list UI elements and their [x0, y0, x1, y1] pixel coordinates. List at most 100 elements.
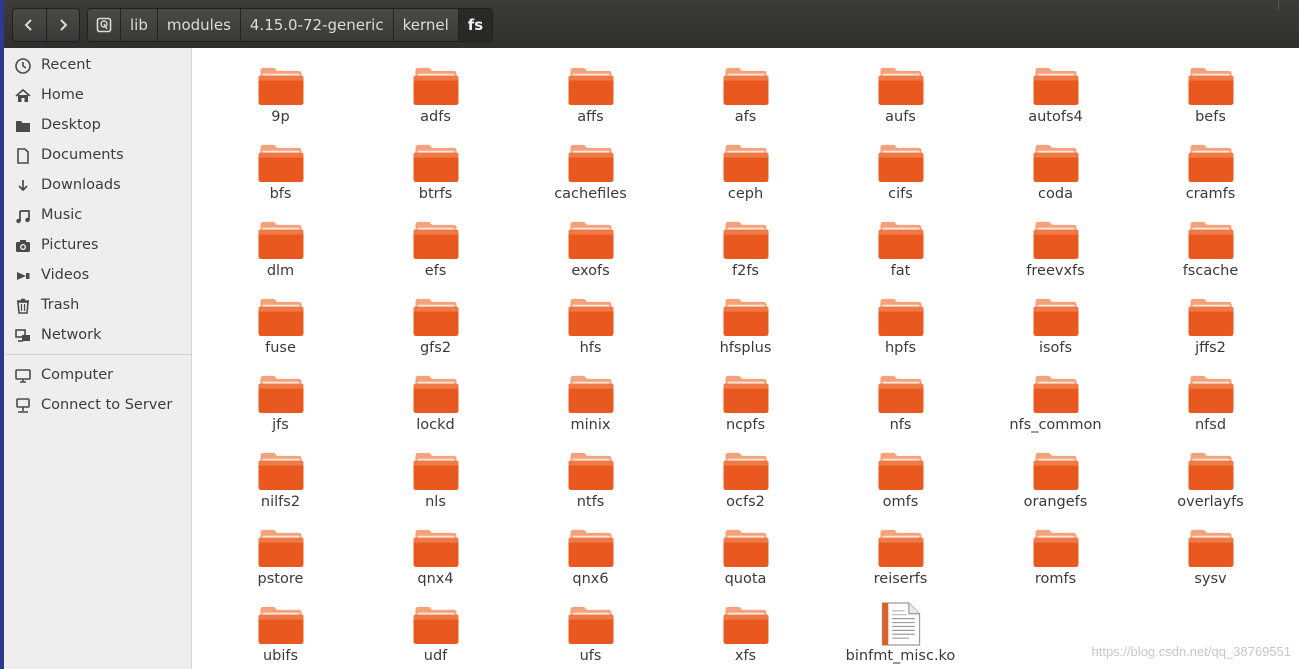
- breadcrumb-item[interactable]: lib: [121, 9, 158, 41]
- breadcrumb-root-button[interactable]: [88, 9, 121, 41]
- drive-icon: [96, 17, 112, 33]
- sidebar-item-label: Recent: [41, 57, 92, 73]
- folder-item[interactable]: nfs: [823, 361, 978, 438]
- folder-item[interactable]: orangefs: [978, 438, 1133, 515]
- folder-icon: [1188, 452, 1234, 491]
- folder-item[interactable]: nilfs2: [203, 438, 358, 515]
- folder-item[interactable]: exofs: [513, 207, 668, 284]
- sidebar-item-downloads[interactable]: Downloads: [4, 171, 191, 201]
- sidebar-item-documents[interactable]: Documents: [4, 141, 191, 171]
- file-name: orangefs: [1023, 494, 1088, 510]
- folder-item[interactable]: quota: [668, 515, 823, 592]
- file-name: efs: [424, 263, 447, 279]
- folder-item[interactable]: pstore: [203, 515, 358, 592]
- folder-icon: [1033, 529, 1079, 568]
- document-icon: [17, 148, 29, 164]
- sidebar-item-trash[interactable]: Trash: [4, 291, 191, 321]
- folder-item[interactable]: coda: [978, 130, 1133, 207]
- folder-item[interactable]: freevxfs: [978, 207, 1133, 284]
- folder-item[interactable]: ufs: [513, 592, 668, 669]
- folder-item[interactable]: nls: [358, 438, 513, 515]
- folder-item[interactable]: nfsd: [1133, 361, 1288, 438]
- breadcrumb-item[interactable]: fs: [458, 9, 493, 41]
- file-item[interactable]: binfmt_misc.ko: [823, 592, 978, 669]
- breadcrumb-item[interactable]: 4.15.0-72-generic: [241, 9, 394, 41]
- folder-icon: [568, 452, 614, 491]
- sidebar-item-recent[interactable]: Recent: [4, 51, 191, 81]
- forward-button[interactable]: [45, 9, 80, 41]
- breadcrumb-item[interactable]: kernel: [394, 9, 459, 41]
- folder-item[interactable]: efs: [358, 207, 513, 284]
- folder-item[interactable]: jffs2: [1133, 284, 1288, 361]
- folder-icon: [258, 606, 304, 645]
- folder-item[interactable]: ocfs2: [668, 438, 823, 515]
- folder-item[interactable]: ceph: [668, 130, 823, 207]
- sidebar-item-music[interactable]: Music: [4, 201, 191, 231]
- folder-icon: [413, 452, 459, 491]
- folder-item[interactable]: autofs4: [978, 53, 1133, 130]
- folder-item[interactable]: hfs: [513, 284, 668, 361]
- file-name: jfs: [272, 417, 289, 433]
- folder-item[interactable]: sysv: [1133, 515, 1288, 592]
- folder-item[interactable]: xfs: [668, 592, 823, 669]
- trash-icon: [17, 298, 29, 314]
- file-name: nls: [425, 494, 446, 510]
- folder-item[interactable]: afs: [668, 53, 823, 130]
- sidebar-item-desktop[interactable]: Desktop: [4, 111, 191, 141]
- folder-item[interactable]: fuse: [203, 284, 358, 361]
- folder-item[interactable]: nfs_common: [978, 361, 1133, 438]
- folder-icon: [1188, 144, 1234, 183]
- sidebar-item-home[interactable]: Home: [4, 81, 191, 111]
- folder-item[interactable]: ubifs: [203, 592, 358, 669]
- folder-item[interactable]: hfsplus: [668, 284, 823, 361]
- folder-item[interactable]: reiserfs: [823, 515, 978, 592]
- folder-item[interactable]: qnx6: [513, 515, 668, 592]
- file-name: quota: [724, 571, 767, 587]
- back-button[interactable]: [13, 9, 46, 41]
- sidebar-item-connect-to-server[interactable]: Connect to Server: [4, 391, 191, 421]
- folder-item[interactable]: fscache: [1133, 207, 1288, 284]
- sidebar-item-pictures[interactable]: Pictures: [4, 231, 191, 261]
- folder-item[interactable]: omfs: [823, 438, 978, 515]
- folder-icon: [1188, 221, 1234, 260]
- folder-icon: [1188, 375, 1234, 414]
- folder-item[interactable]: cifs: [823, 130, 978, 207]
- file-name: fscache: [1182, 263, 1239, 279]
- folder-item[interactable]: romfs: [978, 515, 1133, 592]
- folder-item[interactable]: affs: [513, 53, 668, 130]
- folder-icon: [723, 375, 769, 414]
- folder-item[interactable]: f2fs: [668, 207, 823, 284]
- folder-item[interactable]: lockd: [358, 361, 513, 438]
- folder-icon: [568, 529, 614, 568]
- folder-icon: [568, 144, 614, 183]
- folder-item[interactable]: btrfs: [358, 130, 513, 207]
- folder-item[interactable]: cramfs: [1133, 130, 1288, 207]
- breadcrumb-item[interactable]: modules: [158, 9, 241, 41]
- folder-item[interactable]: cachefiles: [513, 130, 668, 207]
- sidebar-item-network[interactable]: Network: [4, 321, 191, 351]
- folder-item[interactable]: aufs: [823, 53, 978, 130]
- folder-icon: [413, 529, 459, 568]
- folder-icon: [568, 67, 614, 106]
- folder-item[interactable]: bfs: [203, 130, 358, 207]
- folder-item[interactable]: minix: [513, 361, 668, 438]
- folder-item[interactable]: qnx4: [358, 515, 513, 592]
- folder-item[interactable]: isofs: [978, 284, 1133, 361]
- folder-item[interactable]: dlm: [203, 207, 358, 284]
- folder-icon: [723, 67, 769, 106]
- folder-item[interactable]: 9p: [203, 53, 358, 130]
- folder-item[interactable]: befs: [1133, 53, 1288, 130]
- folder-item[interactable]: overlayfs: [1133, 438, 1288, 515]
- sidebar-item-videos[interactable]: Videos: [4, 261, 191, 291]
- folder-item[interactable]: udf: [358, 592, 513, 669]
- chevron-right-icon: [60, 19, 68, 31]
- file-name: hfsplus: [719, 340, 772, 356]
- folder-item[interactable]: gfs2: [358, 284, 513, 361]
- folder-item[interactable]: hpfs: [823, 284, 978, 361]
- folder-item[interactable]: jfs: [203, 361, 358, 438]
- folder-item[interactable]: fat: [823, 207, 978, 284]
- folder-item[interactable]: ntfs: [513, 438, 668, 515]
- folder-item[interactable]: ncpfs: [668, 361, 823, 438]
- folder-item[interactable]: adfs: [358, 53, 513, 130]
- sidebar-item-computer[interactable]: Computer: [4, 361, 191, 391]
